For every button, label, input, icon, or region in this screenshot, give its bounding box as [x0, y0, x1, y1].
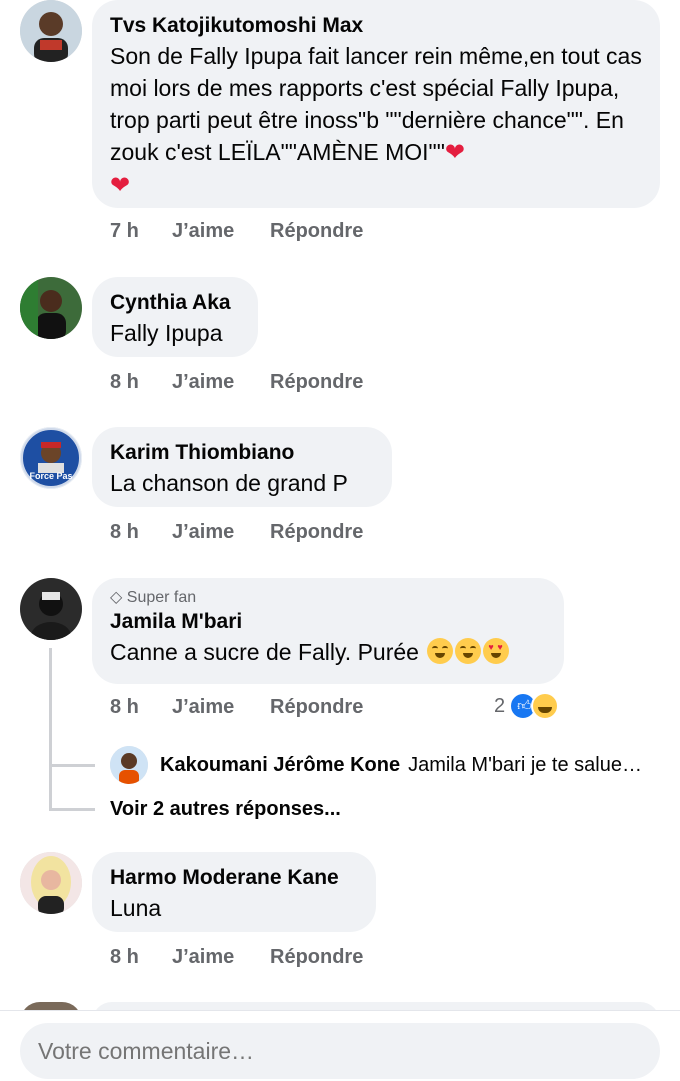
view-more-replies[interactable]: Voir 2 autres réponses...: [110, 798, 341, 821]
blush-emoji-icon: [427, 638, 454, 664]
comment-text: Fally Ipupa: [110, 320, 223, 346]
comment-time[interactable]: 8 h: [110, 371, 172, 394]
comment-input[interactable]: [20, 1023, 660, 1079]
comment-text: Luna: [110, 895, 162, 921]
comment-time[interactable]: 7 h: [110, 220, 172, 243]
reaction-summary[interactable]: 2 👍︎: [494, 692, 560, 720]
reply-text: Jamila M'bari je te salue…: [408, 753, 642, 776]
comment-text: Canne a sucre de Fally. Purée ♥ ♥: [110, 636, 546, 668]
reply-button[interactable]: Répondre: [270, 696, 363, 719]
comment-composer: [0, 1010, 680, 1081]
comment-text: La chanson de grand P: [110, 470, 348, 496]
like-button[interactable]: J’aime: [172, 946, 270, 969]
avatar-caption: Force Pas: [29, 471, 73, 481]
comment-actions: 8 h J’aime Répondre: [110, 946, 363, 969]
comment-bubble: Karim Thiombiano La chanson de grand P: [92, 427, 392, 507]
comment-text: Son de Fally Ipupa fait lancer rein même…: [110, 43, 642, 199]
reply-author[interactable]: Kakoumani Jérôme Kone: [160, 754, 400, 777]
comment-bubble: Harmo Moderane Kane Luna: [92, 852, 376, 932]
comment-author[interactable]: Karim Thiombiano: [110, 439, 374, 467]
like-button[interactable]: J’aime: [172, 696, 270, 719]
comment-author[interactable]: Jamila M'bari: [110, 608, 546, 636]
haha-icon: [531, 692, 560, 720]
comment-time[interactable]: 8 h: [110, 946, 172, 969]
comment-actions: 8 h J’aime Répondre: [110, 521, 363, 544]
like-button[interactable]: J’aime: [172, 220, 270, 243]
heart-eyes-emoji-icon: ♥ ♥: [483, 638, 510, 664]
comment-bubble: Tvs Katojikutomoshi Max Son de Fally Ipu…: [92, 0, 660, 208]
like-button[interactable]: J’aime: [172, 371, 270, 394]
reply-button[interactable]: Répondre: [270, 946, 363, 969]
reply-preview[interactable]: Kakoumani Jérôme Kone Jamila M'bari je t…: [110, 746, 642, 784]
comment-actions: 8 h J’aime Répondre: [110, 696, 363, 719]
heart-icon: ❤: [110, 172, 131, 199]
super-fan-badge: ◇ Super fan: [110, 589, 197, 606]
comment-bubble: ◇ Super fan Jamila M'bari Canne a sucre …: [92, 578, 564, 684]
reply-button[interactable]: Répondre: [270, 371, 363, 394]
comment-author[interactable]: Tvs Katojikutomoshi Max: [110, 12, 642, 40]
thread-line: [49, 764, 95, 767]
reply-button[interactable]: Répondre: [270, 220, 363, 243]
thread-line: [49, 648, 52, 808]
like-button[interactable]: J’aime: [172, 521, 270, 544]
heart-icon: ❤: [444, 139, 465, 166]
avatar[interactable]: Force Pas: [20, 427, 82, 489]
avatar[interactable]: [20, 852, 82, 914]
blush-emoji-icon: [455, 638, 482, 664]
reply-button[interactable]: Répondre: [270, 521, 363, 544]
comment-actions: 8 h J’aime Répondre: [110, 371, 363, 394]
avatar[interactable]: [20, 0, 82, 62]
reaction-count: 2: [494, 694, 506, 717]
thread-line: [49, 808, 95, 811]
comment-actions: 7 h J’aime Répondre: [110, 220, 363, 243]
comment-bubble: Cynthia Aka Fally Ipupa: [92, 277, 258, 357]
comment-time[interactable]: 8 h: [110, 696, 172, 719]
avatar[interactable]: [20, 277, 82, 339]
reply-avatar: [110, 746, 148, 784]
avatar[interactable]: [20, 578, 82, 640]
comment-author[interactable]: Cynthia Aka: [110, 289, 240, 317]
comment-author[interactable]: Harmo Moderane Kane: [110, 864, 358, 892]
comment-time[interactable]: 8 h: [110, 521, 172, 544]
diamond-icon: ◇: [110, 589, 123, 606]
